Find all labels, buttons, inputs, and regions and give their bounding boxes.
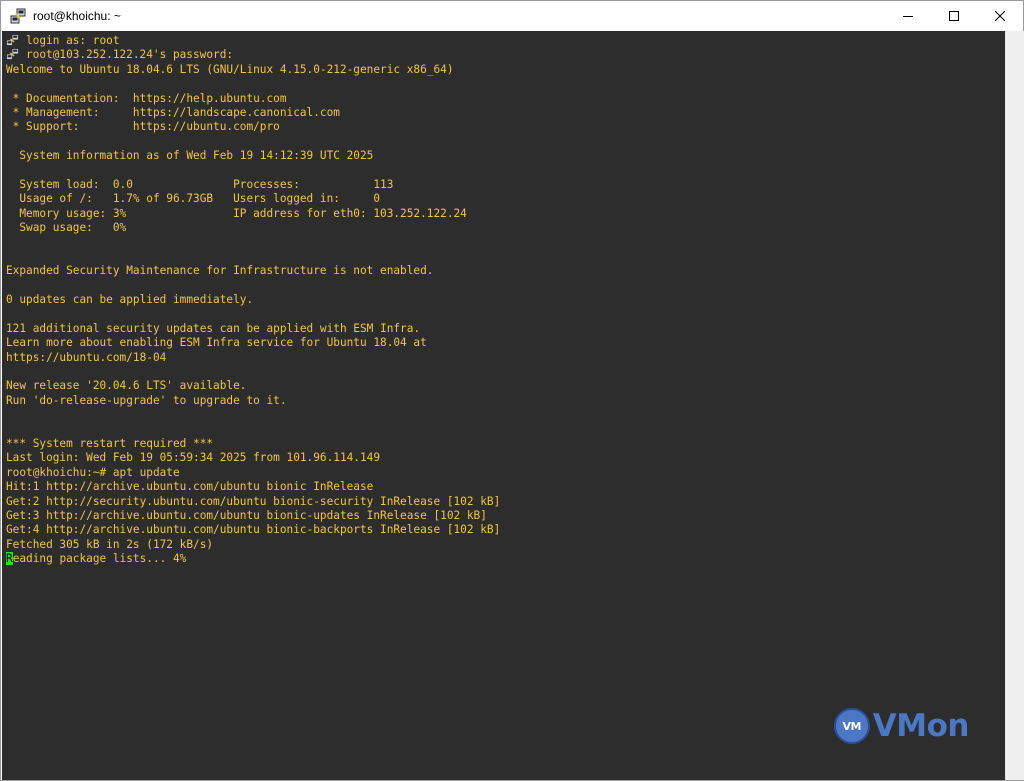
vertical-scrollbar[interactable] <box>1005 31 1024 780</box>
terminal-line: Usage of /: 1.7% of 96.73GB Users logged… <box>6 192 500 206</box>
terminal-line: Hit:1 http://archive.ubuntu.com/ubuntu b… <box>6 480 500 494</box>
terminal-line-text: * Documentation: https://help.ubuntu.com <box>6 91 287 105</box>
terminal-line-text: 0 updates can be applied immediately. <box>6 293 254 307</box>
terminal-line: * Documentation: https://help.ubuntu.com <box>6 92 500 106</box>
terminal-line-text: *** System restart required *** <box>6 436 214 450</box>
terminal-line: Swap usage: 0% <box>6 221 500 235</box>
maximize-icon <box>949 11 959 21</box>
terminal-lines: login as: root root@103.252.122.24's pass… <box>6 34 500 566</box>
terminal-line: * Support: https://ubuntu.com/pro <box>6 120 500 134</box>
terminal-line-text: login as: root <box>26 34 120 47</box>
terminal-line: Learn more about enabling ESM Infra serv… <box>6 336 500 350</box>
terminal-line: 121 additional security updates can be a… <box>6 322 500 336</box>
putty-icon <box>6 48 19 61</box>
terminal-line-text: root@khoichu:~# apt update <box>6 465 180 479</box>
window-title: root@khoichu: ~ <box>33 9 121 23</box>
terminal-line-text: Get:3 http://archive.ubuntu.com/ubuntu b… <box>6 508 487 522</box>
terminal-line-text: https://ubuntu.com/18-04 <box>6 350 167 364</box>
terminal-line-text: Get:4 http://archive.ubuntu.com/ubuntu b… <box>6 523 501 537</box>
putty-icon <box>6 34 19 46</box>
terminal-line-text: Swap usage: 0% <box>6 221 127 235</box>
terminal-line-text: Run 'do-release-upgrade' to upgrade to i… <box>6 393 287 407</box>
terminal-line-text: * Management: https://landscape.canonica… <box>6 105 340 119</box>
close-button[interactable] <box>977 1 1023 31</box>
minimize-icon <box>903 16 913 17</box>
terminal-line: root@103.252.122.24's password: <box>6 48 500 62</box>
terminal-line: Expanded Security Maintenance for Infras… <box>6 264 500 278</box>
terminal-line-text: System information as of Wed Feb 19 14:1… <box>6 149 374 163</box>
terminal-line: Get:2 http://security.ubuntu.com/ubuntu … <box>6 495 500 509</box>
terminal-line-text: Learn more about enabling ESM Infra serv… <box>6 336 427 350</box>
terminal-line-text: Welcome to Ubuntu 18.04.6 LTS (GNU/Linux… <box>6 62 454 76</box>
terminal-line: System load: 0.0 Processes: 113 <box>6 178 500 192</box>
terminal-line: Reading package lists... 4% <box>6 552 500 566</box>
terminal-line: root@khoichu:~# apt update <box>6 466 500 480</box>
terminal-line-text: root@103.252.122.24's password: <box>26 48 234 62</box>
terminal-line-text: Get:2 http://security.ubuntu.com/ubuntu … <box>6 494 501 508</box>
close-icon <box>995 11 1005 21</box>
terminal-line: New release '20.04.6 LTS' available. <box>6 379 500 393</box>
terminal-line: Last login: Wed Feb 19 05:59:34 2025 fro… <box>6 451 500 465</box>
putty-icon[interactable] <box>10 8 26 24</box>
terminal-line: Fetched 305 kB in 2s (172 kB/s) <box>6 538 500 552</box>
terminal-line-text: System load: 0.0 Processes: 113 <box>6 177 394 191</box>
terminal-line: Memory usage: 3% IP address for eth0: 10… <box>6 207 500 221</box>
terminal-line: *** System restart required *** <box>6 437 500 451</box>
terminal-line-text: 121 additional security updates can be a… <box>6 321 421 335</box>
terminal-line-text: eading package lists... 4% <box>12 552 187 566</box>
terminal-line: 0 updates can be applied immediately. <box>6 293 500 307</box>
terminal-line-text: Last login: Wed Feb 19 05:59:34 2025 fro… <box>6 451 381 465</box>
terminal-line: https://ubuntu.com/18-04 <box>6 351 500 365</box>
vmon-logo-badge: VM <box>833 708 870 744</box>
terminal-line-text: Usage of /: 1.7% of 96.73GB Users logged… <box>6 192 381 206</box>
terminal-line: * Management: https://landscape.canonica… <box>6 106 500 120</box>
terminal-output[interactable]: login as: root root@103.252.122.24's pass… <box>2 31 1005 780</box>
terminal-line: login as: root <box>6 34 500 48</box>
terminal-line-text: New release '20.04.6 LTS' available. <box>6 379 247 393</box>
terminal-line: Get:4 http://archive.ubuntu.com/ubuntu b… <box>6 523 500 537</box>
terminal-cursor: R <box>6 552 13 566</box>
vmon-watermark: VM VMon <box>833 708 970 744</box>
putty-window: root@khoichu: ~ login as: root root@103.2… <box>0 0 1024 781</box>
terminal-line-text: * Support: https://ubuntu.com/pro <box>6 120 280 134</box>
vmon-logo-text: VMon <box>872 708 970 744</box>
terminal-line: System information as of Wed Feb 19 14:1… <box>6 149 500 163</box>
terminal-line-text: Expanded Security Maintenance for Infras… <box>6 264 434 278</box>
minimize-button[interactable] <box>885 1 931 31</box>
terminal-line-text: Memory usage: 3% IP address for eth0: 10… <box>6 206 467 220</box>
title-bar[interactable]: root@khoichu: ~ <box>1 1 1023 31</box>
maximize-button[interactable] <box>931 1 977 31</box>
terminal-line: Run 'do-release-upgrade' to upgrade to i… <box>6 394 500 408</box>
terminal-line: Welcome to Ubuntu 18.04.6 LTS (GNU/Linux… <box>6 63 500 77</box>
terminal-line-text: Fetched 305 kB in 2s (172 kB/s) <box>6 537 214 551</box>
terminal-line-text: Hit:1 http://archive.ubuntu.com/ubuntu b… <box>6 480 374 494</box>
terminal-line: Get:3 http://archive.ubuntu.com/ubuntu b… <box>6 509 500 523</box>
